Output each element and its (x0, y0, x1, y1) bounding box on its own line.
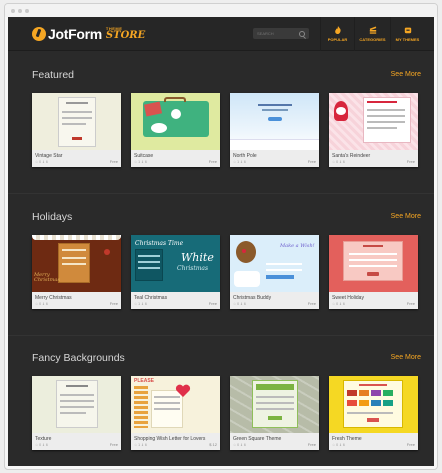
theme-card-name: Merry Christmas (35, 295, 72, 301)
theme-thumbnail[interactable]: PLEASE (131, 376, 220, 433)
search-box (253, 28, 309, 39)
theme-card-stats: ☆ 1 ⇓ 6 (233, 160, 246, 164)
theme-thumbnail[interactable]: Make a Wish! (230, 235, 319, 292)
theme-card-price: Free (406, 442, 415, 447)
search-input[interactable] (257, 31, 299, 36)
theme-card-name: Shopping Wish Letter for Lovers (134, 436, 206, 442)
theme-card-name: North Pole (233, 153, 257, 159)
theme-card-name: Fresh Theme (332, 436, 362, 442)
theme-thumbnail[interactable] (230, 93, 319, 150)
theme-card-name: Teal Christmas (134, 295, 168, 301)
theme-thumbnail[interactable] (230, 376, 319, 433)
nav-my-themes-label: MY THEMES (395, 37, 420, 42)
theme-card-stats: ☆ 0 ⇓ 6 (35, 160, 48, 164)
search-icon[interactable] (299, 30, 305, 37)
theme-card-name: Vintage Star (35, 153, 63, 159)
heart-icon (175, 384, 191, 397)
jotform-logo-icon (32, 27, 46, 41)
section-divider (8, 193, 434, 194)
theme-card-stats: ☆ 0 ⇓ 6 (332, 302, 345, 306)
jotform-theme-store-logo[interactable]: JotForm THEME STORE (32, 23, 145, 45)
nav-popular-label: POPULAR (327, 37, 348, 42)
theme-card-name: Texture (35, 436, 52, 442)
nav-popular[interactable]: POPULAR (320, 17, 354, 51)
theme-card-stats: ☆ 0 ⇓ 6 (332, 443, 345, 447)
theme-card-christmas-buddy[interactable]: Make a Wish! Christmas Buddy ☆ 0 ⇓ 6 Fre… (230, 235, 319, 309)
theme-card-stats: ☆ 0 ⇓ 6 (332, 160, 345, 164)
theme-thumbnail[interactable] (329, 93, 418, 150)
theme-card-name: Christmas Buddy (233, 295, 272, 301)
section-title-holidays: Holidays (32, 211, 73, 223)
theme-card-suitcase[interactable]: Suitcase ☆ 1 ⇓ 6 Free (131, 93, 220, 167)
theme-thumbnail[interactable] (131, 93, 220, 150)
theme-card-price: Free (307, 301, 316, 306)
window-dot-icon[interactable] (11, 9, 15, 13)
theme-card-price: Free (208, 301, 217, 306)
thumb-christmas-time-text: Christmas Time (135, 240, 184, 247)
nav-categories-label: CATEGORIES (359, 37, 386, 42)
theme-card-stats: ☆ 0 ⇓ 6 (233, 443, 246, 447)
theme-thumbnail[interactable] (32, 376, 121, 433)
theme-card-green-square-theme[interactable]: Green Square Theme ☆ 0 ⇓ 6 Free (230, 376, 319, 450)
thumb-please-text: PLEASE (134, 378, 155, 384)
see-more-featured-link[interactable]: See More (391, 71, 421, 78)
theme-card-price: Free (307, 442, 316, 447)
theme-card-stats: ☆ 0 ⇓ 6 (233, 302, 246, 306)
nav-my-themes[interactable]: MY THEMES (390, 17, 424, 51)
theme-thumbnail[interactable]: Christmas Time White Christmas (131, 235, 220, 292)
logo-store-mark: THEME STORE (106, 27, 145, 41)
see-more-fancy-backgrounds-link[interactable]: See More (391, 354, 421, 361)
section-title-fancy-backgrounds: Fancy Backgrounds (32, 352, 125, 364)
theme-card-name: Sweet Holiday (332, 295, 364, 301)
theme-card-price: Free (109, 301, 118, 306)
browser-window: JotForm THEME STORE POPULAR (4, 3, 438, 470)
theme-card-teal-christmas[interactable]: Christmas Time White Christmas Teal Chri… (131, 235, 220, 309)
theme-card-texture[interactable]: Texture ☆ 0 ⇓ 6 Free (32, 376, 121, 450)
my-themes-icon (404, 27, 411, 34)
theme-card-stats: ☆ 0 ⇓ 6 (35, 302, 48, 306)
window-dot-icon[interactable] (25, 9, 29, 13)
see-more-holidays-link[interactable]: See More (391, 213, 421, 220)
theme-card-shopping-wish-letter[interactable]: PLEASE Shopping Wish Letter for Lovers ☆… (131, 376, 220, 450)
theme-card-vintage-star[interactable]: Vintage Star ☆ 0 ⇓ 6 Free (32, 93, 121, 167)
top-bar: JotForm THEME STORE POPULAR (8, 17, 434, 51)
theme-card-stats: ☆ 1 ⇓ 6 (134, 302, 147, 306)
window-dot-icon[interactable] (18, 9, 22, 13)
theme-card-price: Free (406, 301, 415, 306)
theme-thumbnail[interactable] (329, 235, 418, 292)
thumb-make-a-wish-text: Make a Wish! (280, 243, 315, 249)
theme-card-price: Free (109, 159, 118, 164)
section-title-featured: Featured (32, 69, 75, 81)
theme-card-fresh-theme[interactable]: Fresh Theme ☆ 0 ⇓ 6 Free (329, 376, 418, 450)
theme-card-price: Free (109, 442, 118, 447)
theme-card-name: Santa's Reindeer (332, 153, 371, 159)
theme-card-north-pole[interactable]: North Pole ☆ 1 ⇓ 6 Free (230, 93, 319, 167)
categories-icon (369, 26, 376, 34)
section-divider (8, 335, 434, 336)
window-chrome (5, 4, 437, 17)
logo-store-text: STORE (105, 30, 146, 41)
theme-card-sweet-holiday[interactable]: Sweet Holiday ☆ 0 ⇓ 6 Free (329, 235, 418, 309)
logo-text: JotForm (48, 26, 102, 42)
theme-card-price: $ 12 (209, 442, 217, 447)
nav-categories[interactable]: CATEGORIES (354, 17, 390, 51)
thumb-white-text: White (181, 251, 214, 264)
theme-card-stats: ☆ 1 ⇓ 6 (134, 443, 147, 447)
theme-thumbnail[interactable] (329, 376, 418, 433)
theme-card-stats: ☆ 1 ⇓ 6 (134, 160, 147, 164)
theme-card-santas-reindeer[interactable]: Santa's Reindeer ☆ 0 ⇓ 6 Free (329, 93, 418, 167)
theme-thumbnail[interactable]: Merry Christmas (32, 235, 121, 292)
theme-card-name: Suitcase (134, 153, 154, 159)
theme-card-stats: ☆ 0 ⇓ 6 (35, 443, 48, 447)
flame-icon (334, 26, 341, 34)
theme-card-price: Free (406, 159, 415, 164)
theme-card-price: Free (208, 159, 217, 164)
theme-card-merry-christmas[interactable]: Merry Christmas Merry Christmas ☆ 0 ⇓ 6 … (32, 235, 121, 309)
theme-store-app: JotForm THEME STORE POPULAR (8, 17, 434, 466)
theme-card-name: Green Square Theme (233, 436, 282, 442)
thumb-christmas-text: Christmas (177, 265, 209, 272)
theme-card-price: Free (307, 159, 316, 164)
thumb-merry-christmas-text: Merry Christmas (34, 272, 60, 283)
theme-thumbnail[interactable] (32, 93, 121, 150)
